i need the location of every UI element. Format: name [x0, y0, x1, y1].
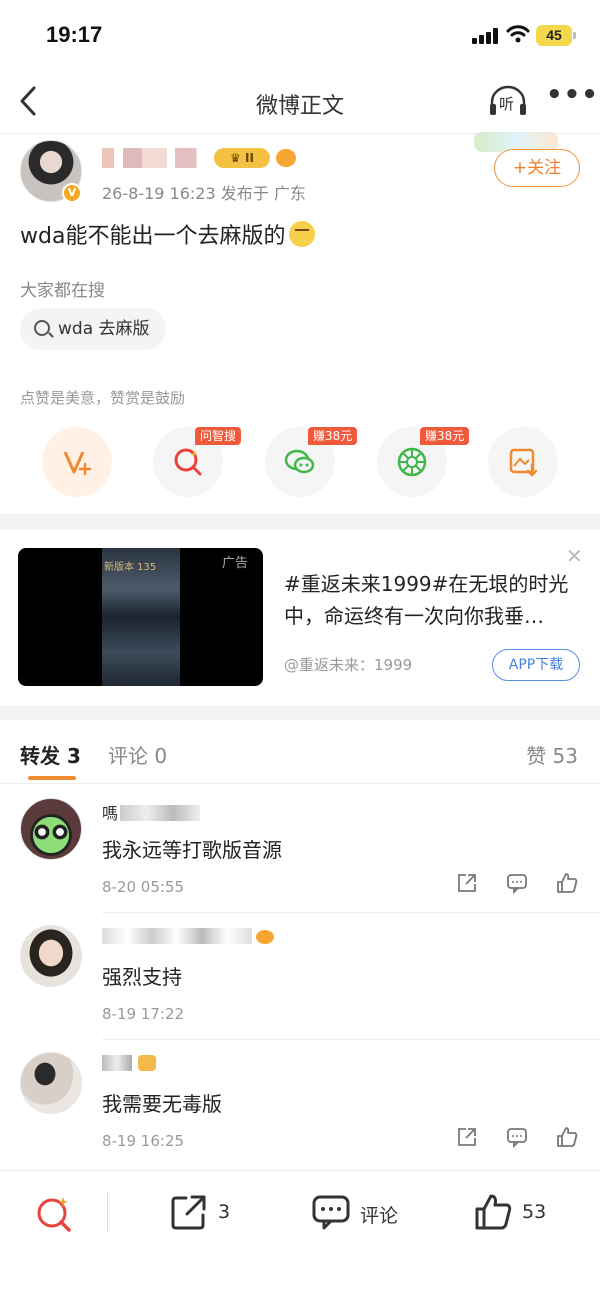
fish-badge-icon — [276, 149, 296, 167]
like-icon[interactable] — [556, 1126, 578, 1148]
box-badge-icon — [138, 1055, 156, 1071]
crown-level: II — [245, 151, 254, 165]
reward-v-icon — [63, 451, 92, 476]
section-gap — [0, 514, 600, 530]
commenter-name[interactable]: 嗎 — [102, 800, 201, 823]
comment-icon[interactable] — [506, 1126, 528, 1149]
comment-label: 评论 — [360, 1205, 399, 1227]
ask-search-icon — [174, 448, 202, 476]
crown-badge: ♛ II — [214, 148, 270, 168]
like-button[interactable]: 53 — [474, 1193, 564, 1233]
search-chip-label: wda 去麻版 — [58, 319, 150, 339]
wifi-icon — [506, 25, 530, 43]
avatar[interactable] — [20, 925, 82, 987]
author-name-blurred[interactable] — [102, 148, 220, 168]
crown-icon: ♛ — [230, 151, 241, 165]
ad-label: 广告 — [222, 556, 249, 571]
comment-icon[interactable] — [506, 872, 528, 895]
comment-icon — [312, 1195, 350, 1230]
wechat-icon — [284, 449, 315, 474]
ad-source[interactable]: @重返未来：1999 — [284, 654, 412, 675]
ask-search-tag: 问智搜 — [195, 427, 242, 445]
like-icon — [475, 1194, 512, 1230]
wechat-tag: 赚38元 — [308, 427, 358, 445]
listen-button[interactable]: 听 — [488, 84, 528, 118]
tab-like[interactable]: 赞 53 — [526, 740, 578, 769]
comment-time: 8-19 17:22 — [102, 1005, 185, 1023]
verified-icon: V — [62, 183, 82, 203]
signal-icon — [472, 28, 500, 44]
tab-active-indicator — [28, 776, 76, 780]
bottom-action-bar: 3 评论 53 — [0, 1170, 600, 1299]
list-item[interactable]: 嗎 我永远等打歌版音源 8-20 05:55 — [0, 786, 600, 913]
ad-poster-text: 新版本 135 — [104, 562, 157, 573]
reward-hint: 点赞是美意，赞赏是鼓励 — [20, 389, 186, 407]
status-time: 19:17 — [46, 22, 103, 47]
ad-title[interactable]: #重返未来1999#在无垠的时光中，命运终有一次向你我垂… — [284, 568, 580, 632]
tab-comment[interactable]: 评论 0 — [108, 740, 167, 769]
interaction-tabs: 转发 3 评论 0 赞 53 — [0, 720, 600, 784]
comment-actions — [456, 872, 580, 896]
ai-search-icon — [37, 1197, 71, 1232]
moments-tag: 赚38元 — [420, 427, 470, 445]
repost-count: 3 — [218, 1201, 231, 1223]
comment-actions — [456, 1126, 580, 1150]
app-download-button[interactable]: APP下载 — [492, 649, 580, 681]
commenter-name[interactable] — [102, 927, 274, 945]
share-icon — [171, 1195, 206, 1230]
reward-button[interactable] — [42, 427, 112, 497]
tab-repost[interactable]: 转发 3 — [20, 740, 81, 769]
commenter-name[interactable] — [102, 1054, 156, 1072]
save-image-button[interactable] — [488, 427, 558, 497]
comment-time: 8-19 16:25 — [102, 1132, 185, 1150]
list-item[interactable]: 我需要无毒版 8-19 16:25 — [0, 1040, 600, 1167]
commenter-name-text: 嗎 — [102, 804, 119, 823]
repost-icon[interactable] — [456, 872, 478, 894]
post-text: wda能不能出一个去麻版的 — [20, 218, 316, 250]
listen-label: 听 — [499, 95, 515, 113]
list-item[interactable]: 强烈支持 8-19 17:22 — [0, 913, 600, 1040]
comment-time: 8-20 05:55 — [102, 878, 185, 896]
section-gap — [0, 706, 600, 720]
comment-text: 我需要无毒版 — [102, 1092, 222, 1116]
comment-text: 强烈支持 — [102, 965, 182, 989]
divider — [107, 1191, 108, 1231]
thinking-emoji-icon — [289, 221, 316, 247]
nav-bar: 微博正文 听 ••• — [0, 70, 600, 134]
battery-indicator: 45 — [536, 25, 576, 46]
avatar[interactable] — [20, 1052, 82, 1114]
follow-button[interactable]: +关注 — [494, 149, 580, 187]
post-text-content: wda能不能出一个去麻版的 — [20, 224, 286, 249]
search-icon — [34, 320, 50, 336]
search-suggestion-chip[interactable]: wda 去麻版 — [20, 308, 166, 350]
repost-icon[interactable] — [456, 1126, 478, 1148]
fish-badge-icon — [256, 930, 274, 944]
like-icon[interactable] — [556, 872, 578, 894]
repost-button[interactable]: 3 — [170, 1193, 240, 1233]
status-bar: 19:17 45 — [0, 0, 600, 70]
moments-icon — [397, 447, 427, 477]
comment-button[interactable]: 评论 — [312, 1193, 402, 1233]
comment-text: 我永远等打歌版音源 — [102, 838, 282, 862]
post-meta: 26-8-19 16:23 发布于 广东 — [102, 184, 306, 203]
like-count: 53 — [522, 1201, 547, 1223]
avatar[interactable] — [20, 798, 82, 860]
save-image-icon — [509, 448, 538, 477]
ai-search-button[interactable] — [34, 1193, 74, 1233]
more-icon[interactable]: ••• — [546, 82, 598, 112]
hot-search-label: 大家都在搜 — [20, 281, 105, 301]
close-icon[interactable]: ✕ — [566, 544, 583, 568]
